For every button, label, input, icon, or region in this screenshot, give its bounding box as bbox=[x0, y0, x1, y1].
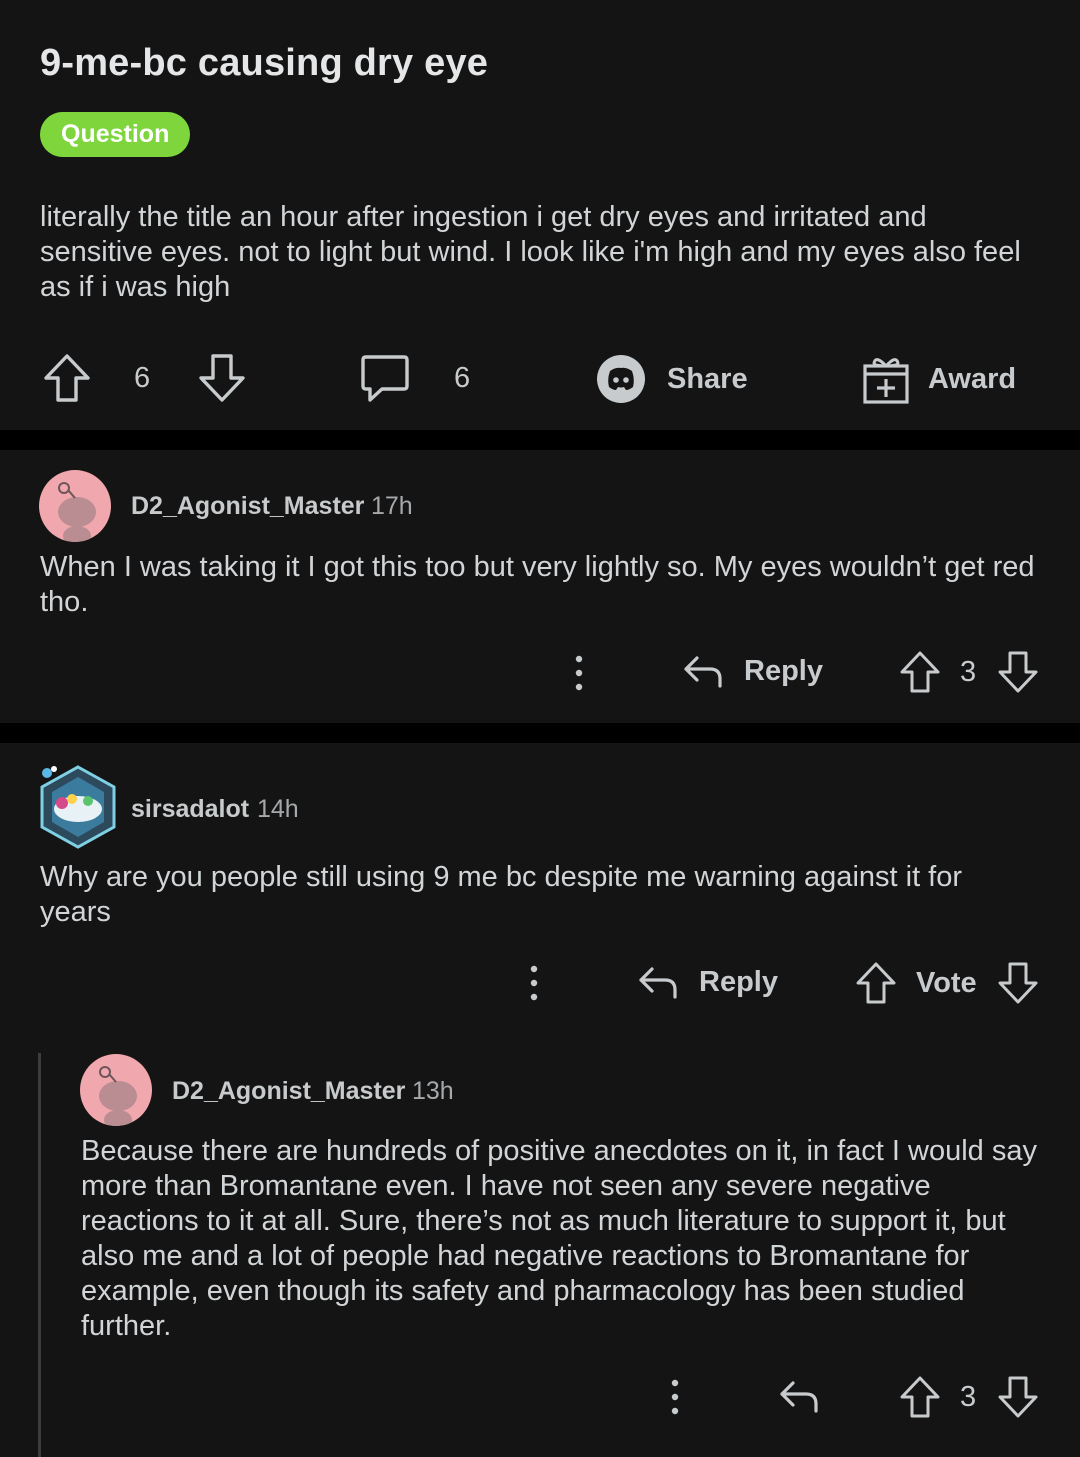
comment-downvote-button[interactable] bbox=[997, 650, 1039, 694]
vertical-dots-icon bbox=[530, 965, 538, 1001]
comment-icon bbox=[361, 355, 409, 402]
comment-text: When I was taking it I got this too but … bbox=[40, 551, 1035, 618]
comment: D2_Agonist_Master 17h When I was taking … bbox=[0, 450, 1080, 723]
vertical-dots-icon bbox=[671, 1379, 679, 1415]
upvote-icon bbox=[900, 651, 940, 693]
post-title[interactable]: 9-me-bc causing dry eye bbox=[40, 42, 488, 85]
hexagon-avatar-icon bbox=[40, 765, 116, 849]
downvote-icon bbox=[998, 1376, 1038, 1418]
comment-upvote-button[interactable] bbox=[899, 1375, 941, 1419]
downvote-icon bbox=[998, 962, 1038, 1004]
comment-username[interactable]: sirsadalot bbox=[131, 795, 249, 824]
downvote-icon bbox=[199, 354, 245, 402]
section-divider bbox=[0, 430, 1080, 450]
reply-label: Reply bbox=[699, 965, 778, 998]
reply-label: Reply bbox=[744, 654, 823, 687]
reply-arrow-icon bbox=[639, 967, 677, 999]
post-comment-count: 6 bbox=[454, 362, 471, 394]
snoo-avatar-icon bbox=[99, 1066, 137, 1126]
upvote-icon bbox=[856, 962, 896, 1004]
more-options-button[interactable] bbox=[525, 963, 543, 1003]
comment-vote-count: 3 bbox=[960, 1381, 977, 1413]
vote-label: Vote bbox=[916, 967, 977, 999]
discord-icon bbox=[597, 355, 645, 403]
user-avatar[interactable] bbox=[38, 763, 118, 851]
award-gift-icon bbox=[863, 358, 909, 404]
snoo-avatar-icon bbox=[58, 482, 96, 542]
award-label: Award bbox=[928, 362, 1017, 395]
more-options-button[interactable] bbox=[666, 1377, 684, 1417]
thread-line[interactable] bbox=[38, 1053, 41, 1457]
upvote-icon bbox=[44, 354, 90, 402]
comment-downvote-button[interactable] bbox=[997, 1375, 1039, 1419]
post-upvote-button[interactable] bbox=[42, 352, 92, 404]
section-divider bbox=[0, 723, 1080, 743]
upvote-icon bbox=[900, 1376, 940, 1418]
comment-timestamp: 14h bbox=[257, 795, 299, 823]
comment-text: Why are you people still using 9 me bc d… bbox=[40, 861, 963, 928]
comment-text: Because there are hundreds of positive a… bbox=[81, 1135, 1037, 1342]
vertical-dots-icon bbox=[575, 655, 583, 691]
comment-vote-count: 3 bbox=[960, 656, 977, 688]
post-share-button[interactable]: Share bbox=[596, 354, 748, 404]
comment-upvote-button[interactable] bbox=[899, 650, 941, 694]
reply-button[interactable] bbox=[778, 1375, 820, 1417]
reply-arrow-icon bbox=[684, 656, 722, 688]
comment-upvote-button[interactable] bbox=[855, 961, 897, 1005]
user-avatar[interactable] bbox=[80, 1054, 152, 1126]
comment-timestamp: 17h bbox=[371, 492, 413, 520]
reply-button[interactable]: Reply bbox=[682, 650, 823, 692]
post-comments-button[interactable] bbox=[360, 352, 410, 404]
reply-arrow-icon bbox=[780, 1381, 818, 1413]
post-vote-count: 6 bbox=[134, 362, 151, 394]
downvote-icon bbox=[998, 651, 1038, 693]
comment-downvote-button[interactable] bbox=[997, 961, 1039, 1005]
post-award-button[interactable]: Award bbox=[862, 353, 1016, 405]
reply-button[interactable]: Reply bbox=[637, 961, 778, 1003]
comment-username[interactable]: D2_Agonist_Master bbox=[131, 492, 364, 521]
comment: sirsadalot 14h Why are you people still … bbox=[0, 743, 1080, 1457]
post-card: 9-me-bc causing dry eye Question literal… bbox=[0, 0, 1080, 430]
comment-timestamp: 13h bbox=[412, 1077, 454, 1105]
share-label: Share bbox=[667, 362, 748, 395]
post-body: literally the title an hour after ingest… bbox=[40, 201, 1021, 303]
question-flair[interactable]: Question bbox=[40, 112, 191, 157]
more-options-button[interactable] bbox=[570, 653, 588, 693]
post-downvote-button[interactable] bbox=[197, 352, 247, 404]
comment-username[interactable]: D2_Agonist_Master bbox=[172, 1077, 405, 1106]
user-avatar[interactable] bbox=[39, 470, 111, 542]
